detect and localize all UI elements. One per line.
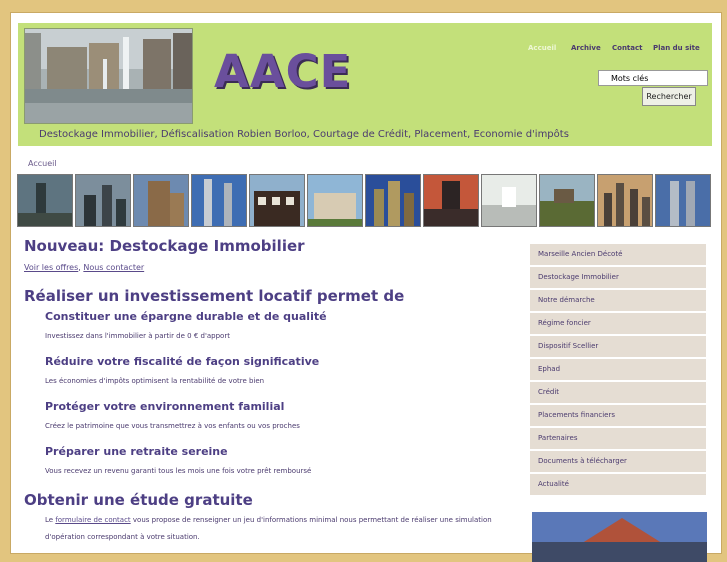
- benefit-title-retirement: Préparer une retraite sereine: [45, 445, 228, 458]
- heading-new-destockage: Nouveau: Destockage Immobilier: [24, 237, 305, 255]
- site-tagline: Destockage Immobilier, Défiscalisation R…: [39, 129, 569, 140]
- thumb-photo-city-towers: [365, 174, 421, 227]
- sidebar-item-documents[interactable]: Documents à télécharger: [530, 451, 706, 474]
- site-header: AACE Accueil Archive Contact Plan du sit…: [18, 23, 712, 146]
- thumb-photo-sunset-building: [423, 174, 479, 227]
- thumb-photo-castle-tower: [133, 174, 189, 227]
- thumb-photo-tower: [17, 174, 73, 227]
- link-contact-form[interactable]: formulaire de contact: [55, 516, 130, 524]
- heading-free-study: Obtenir une étude gratuite: [24, 491, 253, 509]
- sidebar-item-partenaires[interactable]: Partenaires: [530, 428, 706, 451]
- search-input[interactable]: [598, 70, 708, 86]
- study-text: Le formulaire de contact vous propose de…: [45, 516, 492, 524]
- sidebar-item-ephad[interactable]: Ephad: [530, 359, 706, 382]
- study-text-line2: d'opération correspondant à votre situat…: [45, 533, 200, 541]
- breadcrumb[interactable]: Accueil: [28, 159, 57, 168]
- nav-contact[interactable]: Contact: [612, 44, 643, 52]
- sidebar-item-placements[interactable]: Placements financiers: [530, 405, 706, 428]
- benefit-title-family: Protéger votre environnement familial: [45, 400, 285, 413]
- offer-links: Voir les offres, Nous contacter: [24, 263, 144, 272]
- thumb-photo-chateau: [307, 174, 363, 227]
- sidebar-item-regime-foncier[interactable]: Régime foncier: [530, 313, 706, 336]
- heading-investment: Réaliser un investissement locatif perme…: [24, 287, 405, 305]
- page-container: AACE Accueil Archive Contact Plan du sit…: [10, 12, 722, 562]
- benefit-text-retirement: Vous recevez un revenu garanti tous les …: [45, 467, 312, 475]
- sidebar-item-scellier[interactable]: Dispositif Scellier: [530, 336, 706, 359]
- nav-home[interactable]: Accueil: [528, 44, 556, 52]
- photo-strip: [17, 174, 713, 227]
- link-contact-us[interactable]: Nous contacter: [83, 263, 144, 272]
- thumb-photo-twin-towers: [655, 174, 711, 227]
- thumb-photo-tudor-house: [249, 174, 305, 227]
- header-photo-fountain: [24, 28, 193, 124]
- site-title: AACE: [214, 45, 352, 98]
- benefit-text-tax: Les économies d'impôts optimisent la ren…: [45, 377, 265, 385]
- thumb-photo-skyline: [75, 174, 131, 227]
- link-see-offers[interactable]: Voir les offres: [24, 263, 78, 272]
- benefit-text-family: Créez le patrimoine que vous transmettre…: [45, 422, 300, 430]
- nav-sitemap[interactable]: Plan du site: [653, 44, 700, 52]
- thumb-photo-manhattan: [597, 174, 653, 227]
- thumb-photo-interior: [481, 174, 537, 227]
- sidebar-item-marseille[interactable]: Marseille Ancien Décoté: [530, 244, 706, 267]
- search-button[interactable]: Rechercher: [642, 87, 696, 106]
- nav-archive[interactable]: Archive: [571, 44, 601, 52]
- benefit-title-tax: Réduire votre fiscalité de façon signifi…: [45, 355, 320, 368]
- thumb-photo-petronas: [191, 174, 247, 227]
- benefit-title-savings: Constituer une épargne durable et de qua…: [45, 310, 327, 323]
- sidebar-photo: [532, 512, 707, 562]
- sidebar-item-destockage[interactable]: Destockage Immobilier: [530, 267, 706, 290]
- benefit-text-savings: Investissez dans l'immobilier à partir d…: [45, 332, 230, 340]
- sidebar-item-actualite[interactable]: Actualité: [530, 474, 706, 497]
- study-text-suffix: vous propose de renseigner un jeu d'info…: [130, 516, 492, 524]
- sidebar-item-demarche[interactable]: Notre démarche: [530, 290, 706, 313]
- sidebar-item-credit[interactable]: Crédit: [530, 382, 706, 405]
- thumb-photo-ruins: [539, 174, 595, 227]
- study-text-prefix: Le: [45, 516, 56, 524]
